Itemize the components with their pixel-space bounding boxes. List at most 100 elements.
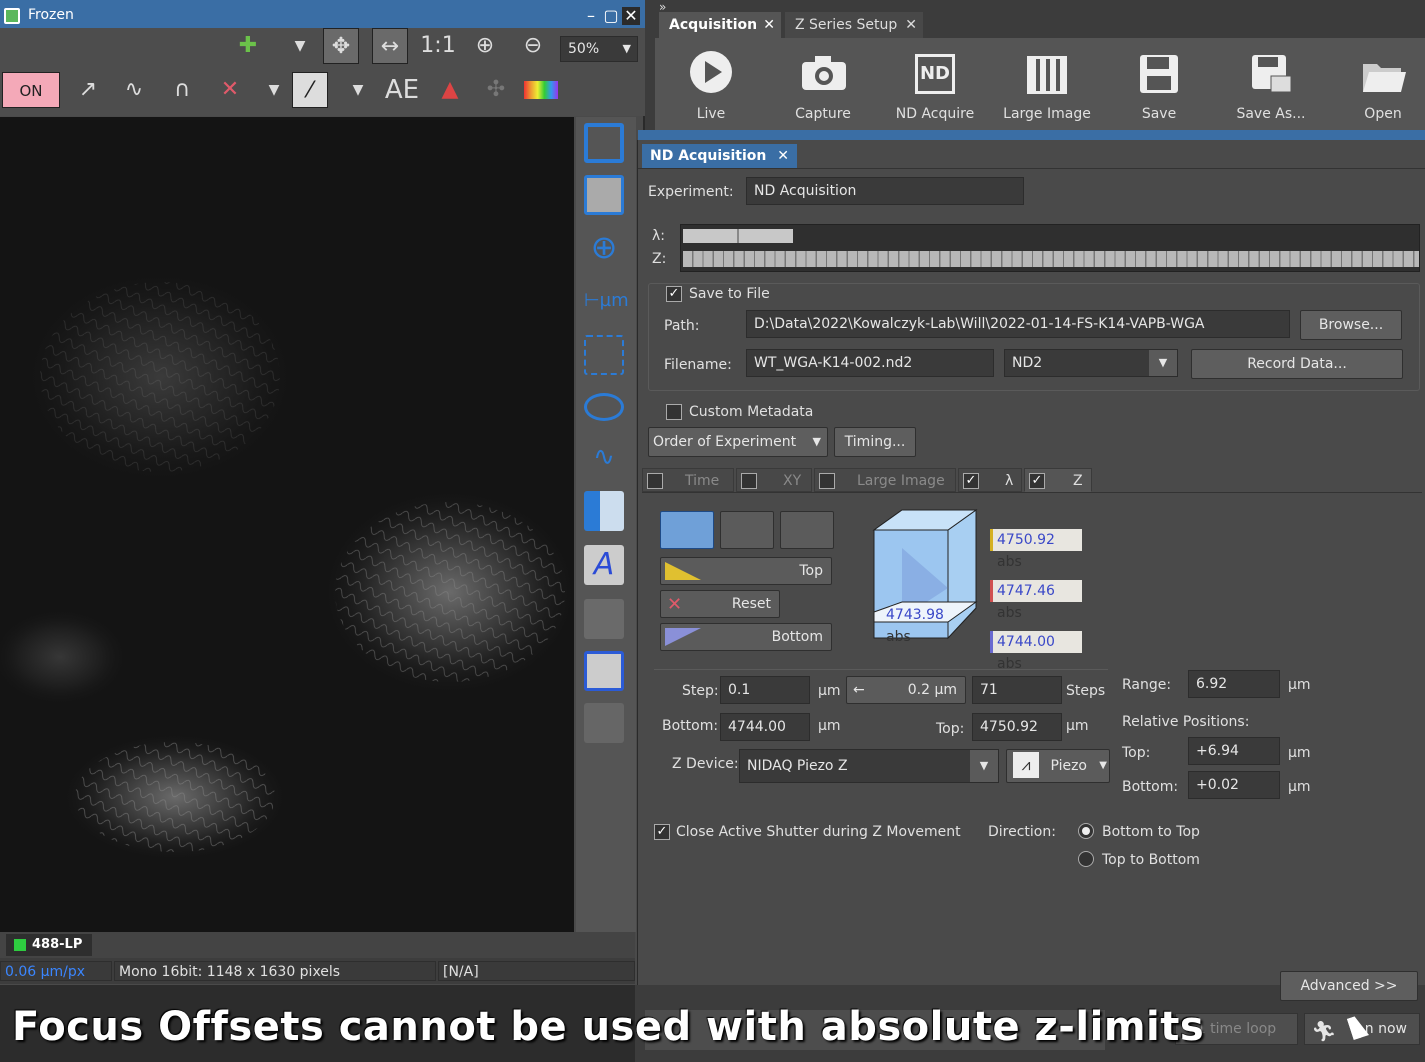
- wave-icon[interactable]: ∿: [584, 437, 624, 477]
- subtab-z[interactable]: ✓ Z: [1024, 468, 1092, 492]
- close-shutter-checkbox[interactable]: ✓: [654, 824, 670, 840]
- measure-um-icon[interactable]: ⊢µm: [584, 281, 629, 321]
- channel-tab[interactable]: 488-LP: [6, 934, 93, 956]
- range-unit: µm: [1288, 677, 1311, 693]
- image-viewer[interactable]: [0, 117, 574, 932]
- timing-button[interactable]: Timing...: [834, 427, 916, 457]
- auto-exposure-button[interactable]: AE: [384, 72, 420, 108]
- tab-z-series-setup[interactable]: Z Series Setup ✕: [785, 12, 923, 38]
- check-roi-icon[interactable]: [584, 651, 624, 691]
- chevron-down-icon: ▼: [970, 750, 998, 782]
- open-button[interactable]: Open: [1327, 44, 1425, 128]
- lambda-checkbox[interactable]: ✓: [963, 473, 979, 489]
- move-icon[interactable]: ✣: [478, 72, 514, 108]
- symmetric-mode-icon[interactable]: [720, 511, 774, 549]
- spectrum-icon[interactable]: [524, 81, 558, 99]
- save-button[interactable]: Save: [1103, 44, 1215, 128]
- subtab-z-label: Z: [1073, 473, 1083, 489]
- direction-bottom-to-top-radio[interactable]: [1078, 823, 1094, 839]
- xy-checkbox[interactable]: [741, 473, 757, 489]
- dots-icon[interactable]: [584, 599, 624, 639]
- direction-top-to-bottom-label: Top to Bottom: [1102, 852, 1200, 868]
- fit-width-icon[interactable]: ↔: [372, 28, 408, 64]
- large-image-button[interactable]: Large Image: [991, 44, 1103, 128]
- zoom-out-icon[interactable]: ⊖: [515, 28, 551, 64]
- live-button[interactable]: Live: [655, 44, 767, 128]
- z-label: Z:: [652, 251, 667, 267]
- top-field[interactable]: 4750.92: [972, 713, 1062, 741]
- zoom-select[interactable]: 50% ▼: [560, 36, 638, 62]
- close-icon[interactable]: ✕: [622, 7, 640, 25]
- live-on-button[interactable]: ON: [2, 72, 60, 108]
- large-image-checkbox[interactable]: [819, 473, 835, 489]
- bottom-field[interactable]: 4744.00: [720, 713, 810, 741]
- home-abs-value: 4743.98: [886, 607, 944, 623]
- zoom-1to1-button[interactable]: 1:1: [418, 28, 458, 64]
- subtab-lambda[interactable]: ✓ λ: [958, 468, 1022, 492]
- rect-roi-icon[interactable]: [584, 123, 624, 163]
- crosshair-icon[interactable]: ⊕: [584, 227, 624, 267]
- time-checkbox[interactable]: [647, 473, 663, 489]
- close-icon[interactable]: ✕: [777, 148, 789, 164]
- path-label: Path:: [664, 318, 700, 334]
- lut-curve-icon[interactable]: ⁄: [292, 72, 328, 108]
- tab-acquisition[interactable]: Acquisition ✕: [659, 12, 781, 38]
- lut-reset-icon[interactable]: ✕: [212, 72, 248, 108]
- piezo-button[interactable]: ⩘ Piezo ▼: [1006, 749, 1110, 783]
- save-as-button[interactable]: Save As...: [1215, 44, 1327, 128]
- range-field: 6.92: [1188, 670, 1280, 698]
- curve-icon[interactable]: ∩: [164, 72, 200, 108]
- order-of-experiment-dropdown[interactable]: Order of Experiment ▼: [648, 427, 828, 457]
- split-view-icon[interactable]: [584, 491, 624, 531]
- minimize-icon[interactable]: –: [582, 7, 600, 25]
- z-checkbox[interactable]: ✓: [1029, 473, 1045, 489]
- close-icon[interactable]: ✕: [763, 12, 775, 38]
- filename-field[interactable]: WT_WGA-K14-002.nd2: [746, 349, 994, 377]
- close-shutter-label: Close Active Shutter during Z Movement: [676, 824, 961, 840]
- line-profile-icon[interactable]: ↗: [70, 72, 106, 108]
- bottom-wedge-icon: [665, 628, 701, 646]
- curve-play-icon[interactable]: ∿: [116, 72, 152, 108]
- reset-button[interactable]: ✕ Reset: [660, 590, 780, 618]
- caption: Focus Offsets cannot be used with absolu…: [12, 1004, 1205, 1050]
- fill-roi-icon[interactable]: [584, 175, 624, 215]
- set-bottom-button[interactable]: Bottom: [660, 623, 832, 651]
- steps-field[interactable]: 71: [972, 676, 1062, 704]
- chevron-down-icon[interactable]: ▼: [256, 72, 292, 108]
- set-top-button[interactable]: Top: [660, 557, 832, 585]
- chevron-down-icon[interactable]: ▼: [282, 28, 318, 64]
- experiment-field[interactable]: ND Acquisition: [746, 177, 1024, 205]
- chevron-down-icon[interactable]: ▼: [340, 72, 376, 108]
- save-as-icon: [1252, 55, 1292, 93]
- nd-acquire-button[interactable]: ND ND Acquire: [879, 44, 991, 128]
- record-data-button[interactable]: Record Data...: [1191, 349, 1403, 379]
- histogram-icon[interactable]: ▲: [432, 72, 468, 108]
- top-bottom-mode-icon[interactable]: [660, 511, 714, 549]
- tab-nd-acquisition[interactable]: ND Acquisition ✕: [642, 144, 797, 168]
- subtab-xy[interactable]: XY: [736, 468, 812, 492]
- path-field[interactable]: D:\Data\2022\Kowalczyk-Lab\Will\2022-01-…: [746, 310, 1290, 338]
- format-select[interactable]: ND2 ▼: [1004, 349, 1178, 377]
- add-roi-icon[interactable]: ✚: [230, 28, 266, 64]
- direction-top-to-bottom-radio[interactable]: [1078, 851, 1094, 867]
- asymmetric-mode-icon[interactable]: [780, 511, 834, 549]
- chevron-down-icon: ▼: [812, 435, 821, 448]
- z-device-select[interactable]: NIDAQ Piezo Z ▼: [739, 749, 999, 783]
- subtab-time[interactable]: Time: [642, 468, 734, 492]
- save-to-file-checkbox[interactable]: ✓: [666, 286, 682, 302]
- step-suggest-button[interactable]: ← 0.2 µm: [846, 676, 966, 704]
- browse-button[interactable]: Browse...: [1300, 310, 1402, 340]
- custom-metadata-checkbox[interactable]: [666, 404, 682, 420]
- close-icon[interactable]: ✕: [905, 12, 917, 38]
- crop-icon[interactable]: [584, 335, 624, 375]
- ellipse-roi-icon[interactable]: [584, 393, 624, 421]
- maximize-icon[interactable]: ▢: [602, 7, 620, 25]
- scale-readout[interactable]: 0.06 µm/px: [0, 961, 112, 981]
- auto-annotate-icon[interactable]: A: [584, 545, 624, 585]
- zoom-in-icon[interactable]: ⊕: [467, 28, 503, 64]
- subtab-large-image[interactable]: Large Image: [814, 468, 956, 492]
- advanced-button[interactable]: Advanced >>: [1280, 971, 1418, 1001]
- fit-to-screen-icon[interactable]: ✥: [323, 28, 359, 64]
- capture-button[interactable]: Capture: [767, 44, 879, 128]
- step-field[interactable]: 0.1: [720, 676, 810, 704]
